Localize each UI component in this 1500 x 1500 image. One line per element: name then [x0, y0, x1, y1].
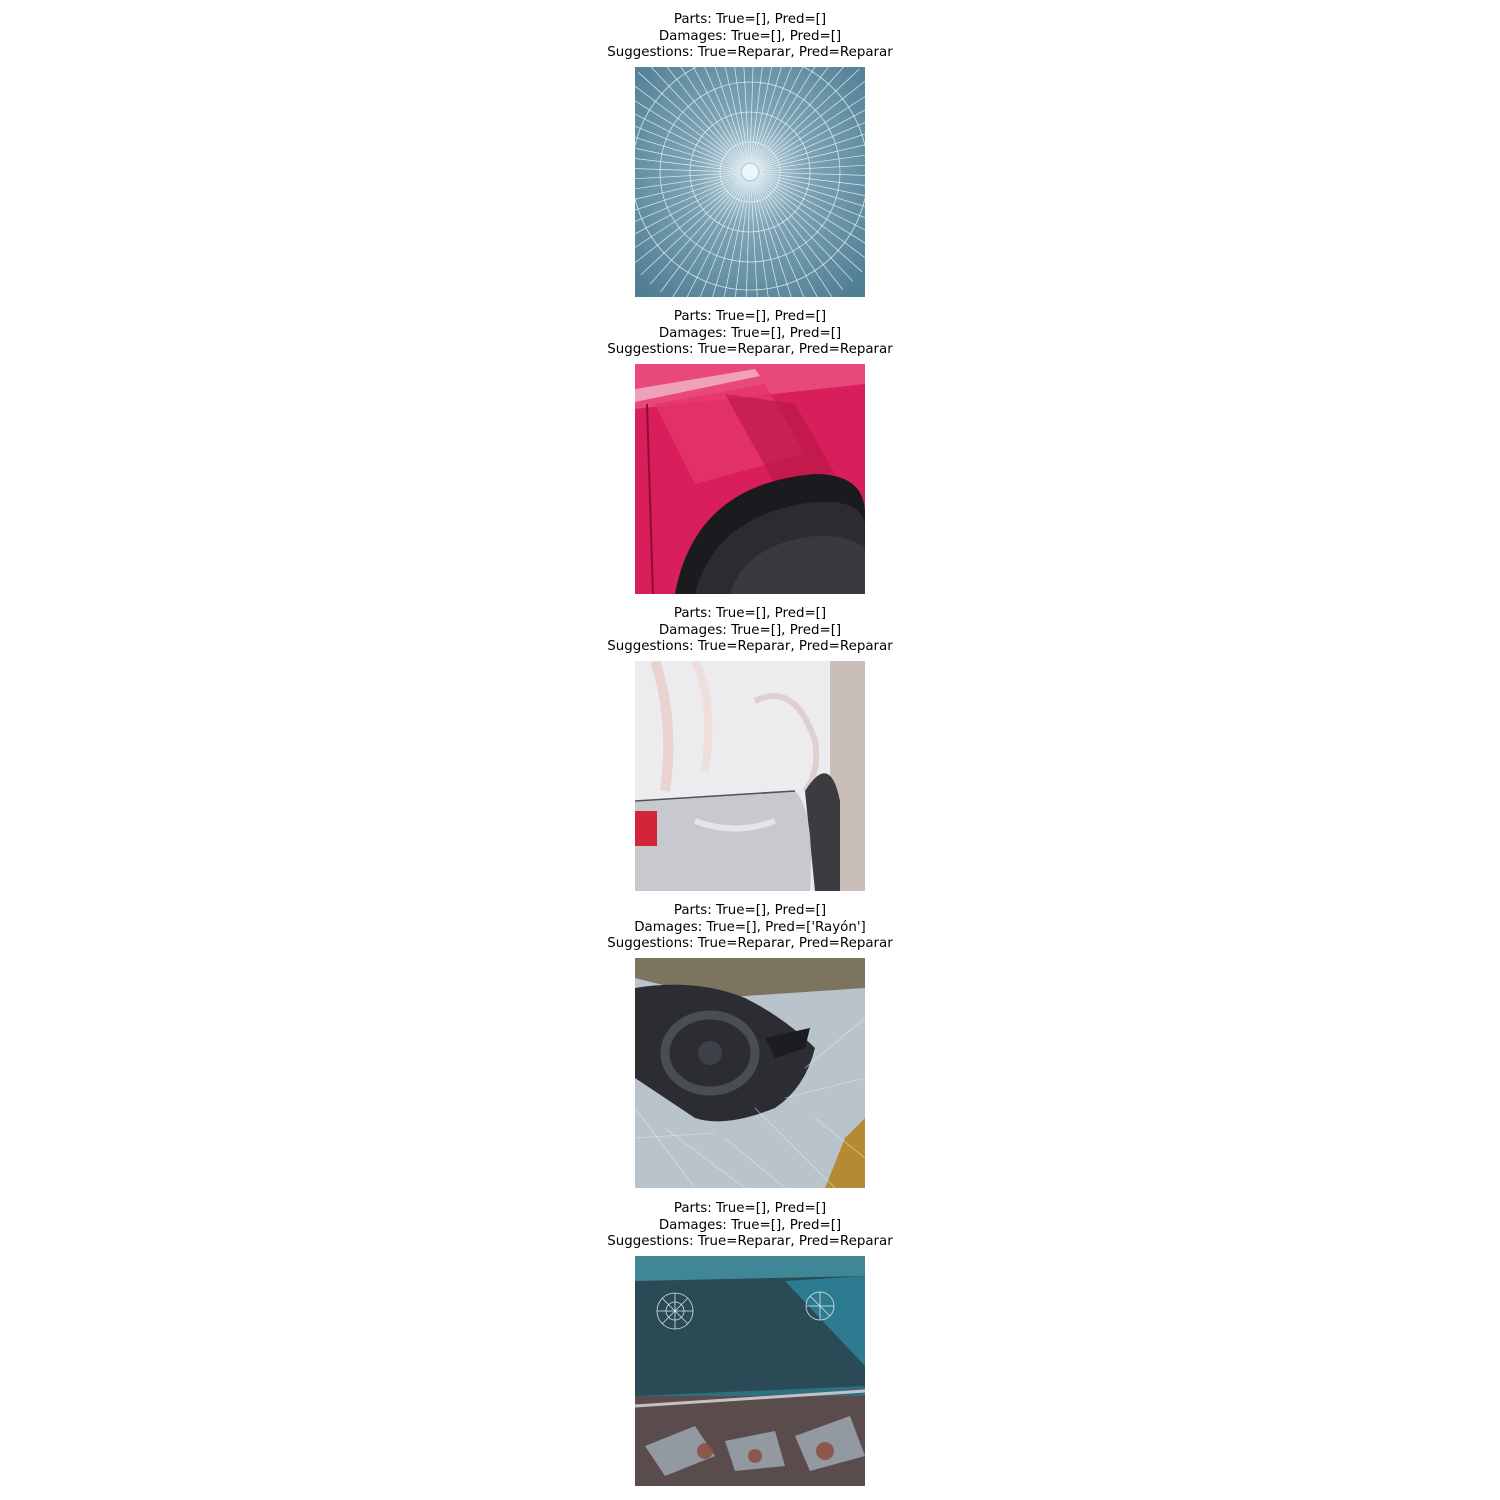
dented-white-car-image [635, 661, 865, 891]
shattered-glass-image [635, 67, 865, 297]
parts-line: Parts: True=[], Pred=[] [673, 12, 827, 27]
damages-line: Damages: True=[], Pred=[] [658, 325, 842, 341]
damages-line: Damages: True=[], Pred=['Rayón'] [634, 919, 866, 935]
broken-window-image [635, 958, 865, 1188]
suggestions-line: Suggestions: True=Reparar, Pred=Reparar [607, 45, 893, 60]
parts-line: Parts: True=[], Pred=[] [673, 309, 827, 324]
suggestions-line: Suggestions: True=Reparar, Pred=Reparar [607, 936, 893, 951]
sample-caption-4: Parts: True=[], Pred=[] Damages: True=[]… [0, 903, 1500, 953]
suggestions-line: Suggestions: True=Reparar, Pred=Reparar [607, 639, 893, 654]
parts-line: Parts: True=[], Pred=[] [673, 903, 827, 918]
suggestions-line: Suggestions: True=Reparar, Pred=Reparar [607, 342, 893, 357]
sample-caption-3: Parts: True=[], Pred=[] Damages: True=[]… [0, 606, 1500, 656]
suggestions-line: Suggestions: True=Reparar, Pred=Reparar [607, 1234, 893, 1249]
damages-line: Damages: True=[], Pred=[] [658, 1217, 842, 1233]
damages-line: Damages: True=[], Pred=[] [658, 622, 842, 638]
sample-caption-5: Parts: True=[], Pred=[] Damages: True=[]… [0, 1201, 1500, 1251]
wrecked-windshield-image [635, 1256, 865, 1486]
sample-caption-2: Parts: True=[], Pred=[] Damages: True=[]… [0, 309, 1500, 359]
parts-line: Parts: True=[], Pred=[] [673, 1201, 827, 1216]
damages-line: Damages: True=[], Pred=[] [658, 28, 842, 44]
dented-red-fender-image [635, 364, 865, 594]
parts-line: Parts: True=[], Pred=[] [673, 606, 827, 621]
sample-caption-1: Parts: True=[], Pred=[] Damages: True=[]… [0, 12, 1500, 62]
